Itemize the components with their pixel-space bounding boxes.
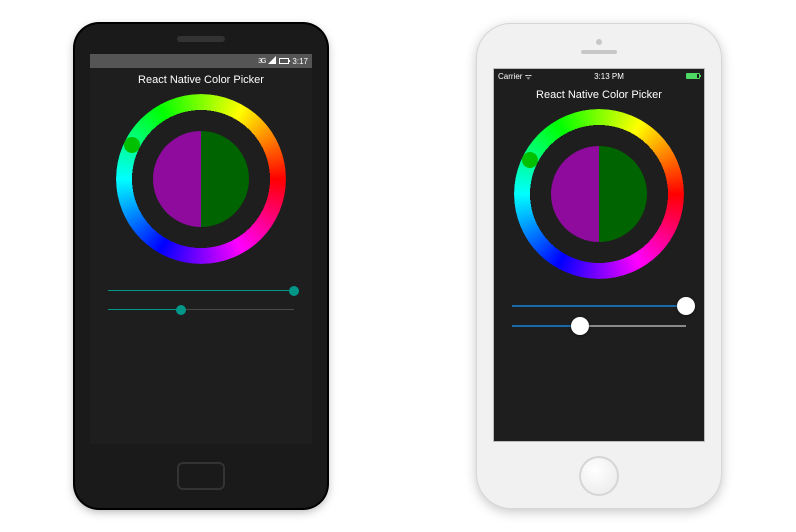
android-sliders [108,290,294,310]
android-top-bezel [75,24,327,54]
android-device-frame: 3G 3:17 React Native Color Picker [75,24,327,508]
iphone-camera [596,39,602,45]
status-right [686,73,700,79]
saturation-slider[interactable] [108,290,294,291]
saturation-slider[interactable] [512,305,686,307]
app-title: React Native Color Picker [90,68,312,90]
ios-sliders [512,305,686,327]
hue-selector-knob[interactable] [124,137,140,153]
android-color-wheel[interactable] [116,94,286,264]
iphone-top-bezel [477,24,721,68]
iphone-screen: Carrier ᯤ 3:13 PM React Native Color Pic… [493,68,705,442]
ios-status-bar: Carrier ᯤ 3:13 PM [494,69,704,83]
battery-icon [686,73,700,79]
app-title: React Native Color Picker [494,83,704,105]
android-home-button[interactable] [177,462,225,490]
status-time: 3:17 [292,57,308,66]
value-slider[interactable] [108,309,294,310]
color-preview-swatch[interactable] [551,146,647,242]
status-time: 3:13 PM [594,72,624,81]
network-label: 3G [258,58,265,65]
hue-selector-knob[interactable] [522,152,538,168]
iphone-device-frame: Carrier ᯤ 3:13 PM React Native Color Pic… [477,24,721,508]
signal-icon [268,56,276,66]
android-speaker [177,36,225,42]
color-preview-swatch[interactable] [153,131,249,227]
carrier-label: Carrier ᯤ [498,71,532,82]
android-status-bar: 3G 3:17 [90,54,312,68]
iphone-speaker [581,50,617,54]
battery-icon [279,58,289,64]
ios-color-wheel[interactable] [514,109,684,279]
wifi-icon: ᯤ [525,72,532,81]
android-screen: 3G 3:17 React Native Color Picker [90,54,312,444]
iphone-home-button[interactable] [579,456,619,496]
value-slider[interactable] [512,325,686,327]
